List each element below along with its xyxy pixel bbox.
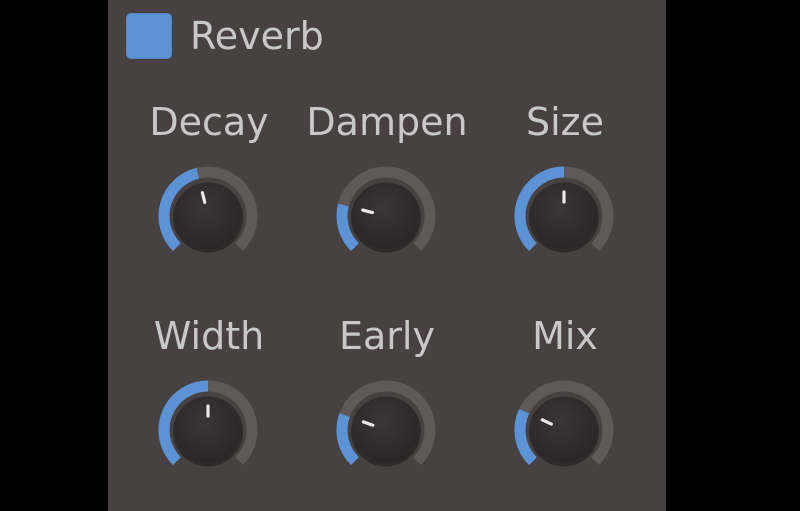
mix-knob-graphic	[514, 380, 614, 467]
decay-knob[interactable]	[154, 162, 262, 270]
width-knob[interactable]	[154, 376, 262, 484]
knob-label-width: Width	[153, 314, 265, 358]
early-knob[interactable]	[332, 376, 440, 484]
dampen-knob-graphic	[336, 166, 436, 253]
mix-knob-body	[531, 397, 597, 463]
knob-label-mix: Mix	[532, 314, 598, 358]
knob-label-size: Size	[525, 100, 604, 144]
reverb-panel: Reverb Decay Dampen Size Width Early Mix	[108, 0, 666, 511]
mix-knob[interactable]	[510, 376, 618, 484]
early-knob-body	[353, 397, 419, 463]
size-knob-graphic	[514, 166, 614, 253]
knob-label-decay: Decay	[149, 100, 269, 144]
decay-pointer-indicator	[200, 191, 207, 204]
decay-knob-body	[175, 183, 241, 249]
size-knob[interactable]	[510, 162, 618, 270]
dampen-knob[interactable]	[332, 162, 440, 270]
decay-knob-graphic	[158, 166, 258, 253]
plugin-title: Reverb	[190, 14, 324, 58]
knob-label-dampen: Dampen	[306, 100, 468, 144]
dampen-knob-body	[353, 183, 419, 249]
width-knob-graphic	[158, 380, 258, 467]
knob-label-early: Early	[339, 314, 435, 358]
power-toggle-button[interactable]	[126, 13, 172, 59]
early-knob-graphic	[336, 380, 436, 467]
